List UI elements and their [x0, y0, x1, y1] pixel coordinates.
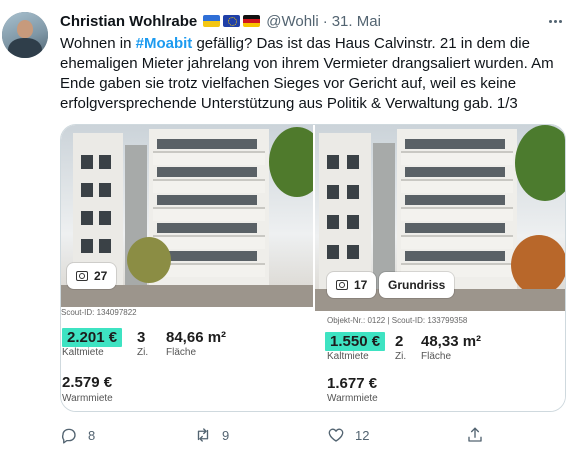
- reply-icon: [62, 428, 76, 444]
- warm-rent-price: 2.579 €: [62, 374, 113, 391]
- flag-germany-icon: [243, 15, 261, 27]
- tweet-text-start: Wohnen in: [60, 35, 136, 52]
- rooms-value: 2: [395, 333, 404, 350]
- area-value: 48,33 m²: [421, 333, 482, 350]
- photo-count: 17: [354, 278, 368, 292]
- tweet-header: Christian Wohlrabe @Wohli · 31. Mai: [60, 11, 381, 31]
- tweet[interactable]: Christian Wohlrabe @Wohli · 31. Mai Wohn…: [0, 0, 576, 462]
- retweet-button[interactable]: 9: [194, 420, 229, 450]
- flag-eu-icon: [223, 15, 241, 27]
- like-count: 12: [355, 427, 370, 443]
- share-icon: [468, 427, 482, 442]
- listing-id: Scout-ID: 134097822: [61, 308, 137, 317]
- area-label: Fläche: [421, 351, 452, 362]
- camera-icon: [336, 280, 348, 290]
- more-options-icon[interactable]: [543, 12, 567, 30]
- rooms-label: Zi.: [395, 351, 407, 362]
- media-image-left[interactable]: 27 Scout-ID: 134097822 2.201 € Kaltmiete…: [61, 125, 313, 411]
- tweet-text: Wohnen in #Moabit gefällig? Das ist das …: [60, 34, 566, 114]
- media-grid: 27 Scout-ID: 134097822 2.201 € Kaltmiete…: [60, 124, 566, 412]
- floorplan-chip[interactable]: Grundriss: [379, 272, 455, 298]
- flag-ukraine-icon: [203, 15, 221, 27]
- like-button[interactable]: 12: [327, 420, 369, 450]
- reply-button[interactable]: 8: [60, 420, 95, 450]
- media-image-right[interactable]: 17 Grundriss Objekt-Nr.: 0122 | Scout-ID…: [315, 125, 565, 411]
- reply-count: 8: [88, 427, 96, 443]
- retweet-count: 9: [222, 427, 230, 443]
- author-handle[interactable]: @Wohli: [266, 13, 318, 30]
- retweet-icon: [197, 428, 209, 442]
- tweet-timestamp[interactable]: 31. Mai: [332, 13, 381, 30]
- photo-count: 27: [94, 269, 108, 283]
- cold-rent-price: 1.550 €: [325, 332, 386, 351]
- author-flags: [203, 15, 261, 27]
- photo-count-chip[interactable]: 17: [327, 272, 377, 298]
- photo-count-chip[interactable]: 27: [67, 263, 117, 289]
- warm-rent-price: 1.677 €: [327, 375, 378, 392]
- heart-icon: [328, 428, 344, 442]
- cold-rent-price: 2.201 €: [62, 328, 123, 347]
- warm-rent-label: Warmmiete: [62, 393, 113, 404]
- area-label: Fläche: [166, 347, 197, 358]
- author-name[interactable]: Christian Wohlrabe: [60, 13, 197, 30]
- rooms-value: 3: [137, 329, 146, 346]
- rooms-label: Zi.: [137, 347, 149, 358]
- camera-icon: [76, 271, 88, 281]
- share-button[interactable]: [466, 420, 484, 450]
- warm-rent-label: Warmmiete: [327, 393, 378, 404]
- tweet-actions: 8 9 12: [0, 420, 576, 450]
- listing-id: Objekt-Nr.: 0122 | Scout-ID: 133799358: [327, 316, 468, 325]
- header-separator: ·: [322, 12, 328, 30]
- area-value: 84,66 m²: [166, 329, 227, 346]
- avatar[interactable]: [2, 12, 48, 58]
- cold-rent-label: Kaltmiete: [327, 351, 369, 362]
- hashtag-link[interactable]: #Moabit: [136, 35, 193, 52]
- cold-rent-label: Kaltmiete: [62, 347, 104, 358]
